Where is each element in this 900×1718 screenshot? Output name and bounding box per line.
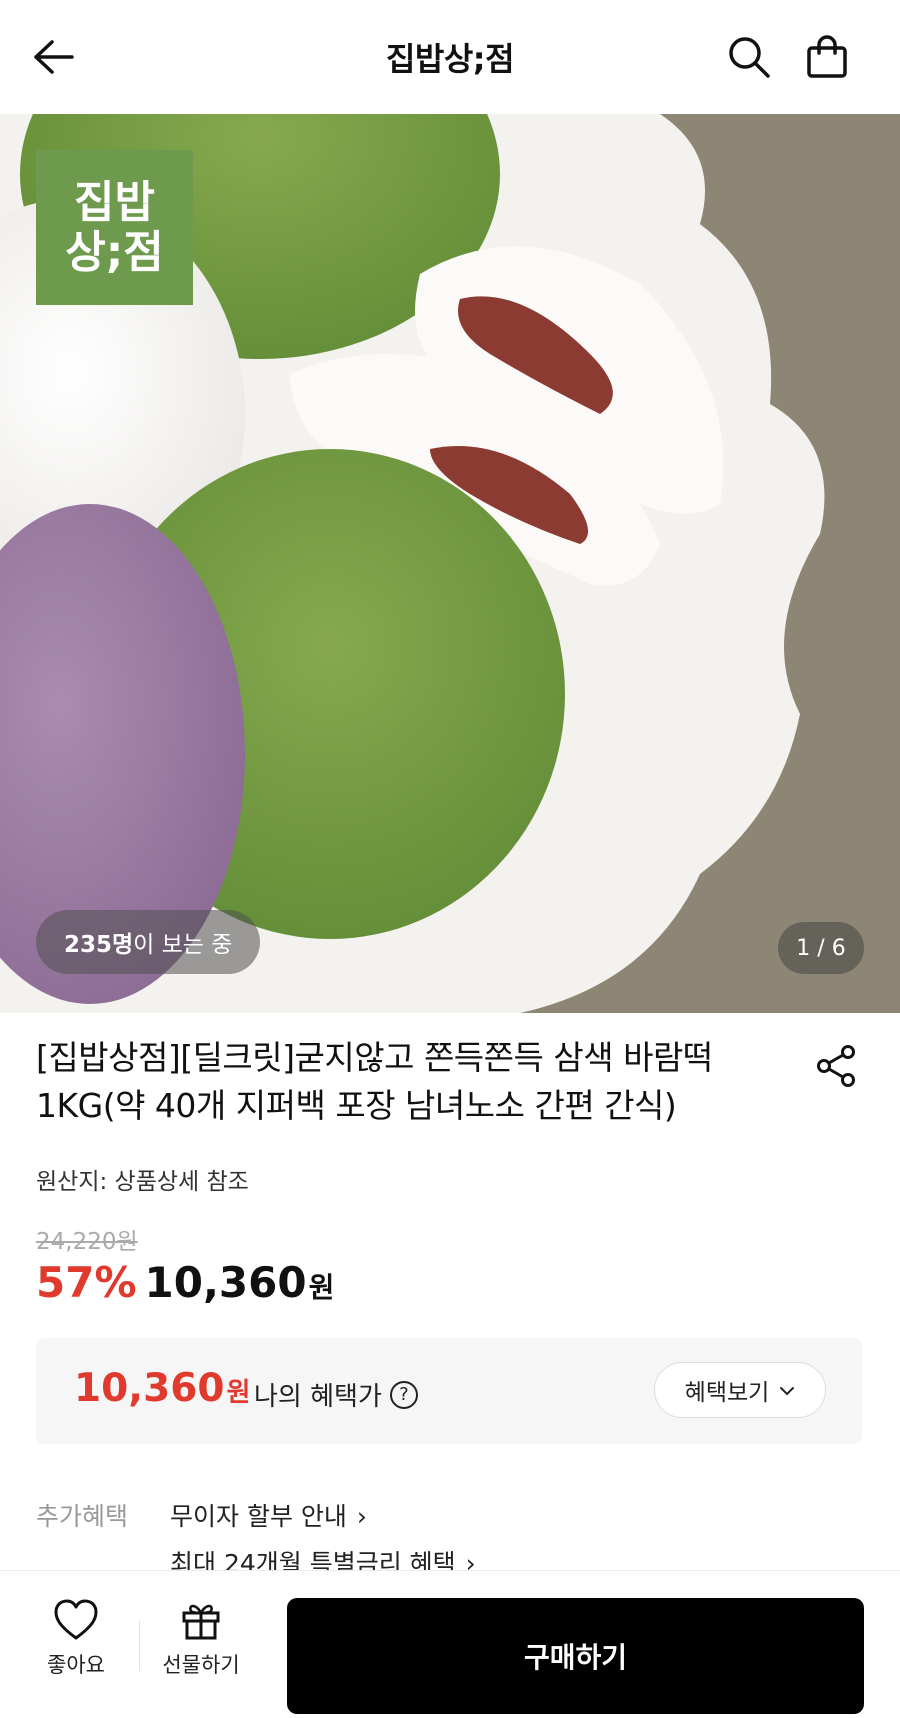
extra-benefits-label: 추가혜택: [36, 1502, 129, 1531]
brand-logo: 집밥 상;점: [36, 150, 193, 305]
chevron-down-icon: [779, 1381, 795, 1400]
installment-info-link[interactable]: 무이자 할부 안내 ›: [170, 1497, 367, 1533]
benefit-price: 10,360원: [74, 1366, 250, 1411]
help-icon[interactable]: ?: [389, 1380, 418, 1409]
product-image-carousel[interactable]: 집밥 상;점 235명 이 보는 중 1 / 6: [0, 114, 900, 1013]
gift-label: 선물하기: [162, 1653, 240, 1677]
header: 집밥상;점: [0, 0, 900, 114]
benefit-label: 나의 혜택가: [254, 1382, 382, 1412]
discount-rate: 57%: [36, 1258, 137, 1307]
origin-text: 원산지: 상품상세 참조: [36, 1169, 249, 1195]
like-button[interactable]: 좋아요: [31, 1599, 121, 1679]
product-title: [집밥상점][딜크릿]굳지않고 쫀득쫀득 삼색 바람떡 1KG(약 40개 지퍼…: [36, 1038, 713, 1125]
share-icon[interactable]: [812, 1042, 860, 1090]
sale-price-currency: 원: [308, 1271, 335, 1304]
search-icon[interactable]: [722, 30, 776, 84]
chevron-right-icon: ›: [356, 1502, 367, 1531]
benefit-price-currency: 원: [226, 1378, 251, 1408]
sale-price: 10,360: [144, 1258, 307, 1307]
logo-line-1: 집밥: [74, 177, 155, 229]
shopping-bag-icon[interactable]: [800, 30, 854, 84]
page-title: 집밥상;점: [385, 40, 515, 78]
bottom-action-bar: 좋아요 선물하기 구매하기: [0, 1570, 900, 1718]
back-arrow-icon[interactable]: [26, 30, 80, 84]
benefit-price-value: 10,360: [74, 1366, 225, 1411]
buy-button[interactable]: 구매하기: [287, 1598, 864, 1714]
gift-button[interactable]: 선물하기: [156, 1599, 246, 1679]
view-benefits-button[interactable]: 혜택보기: [654, 1362, 826, 1418]
viewers-count: 235명: [64, 932, 134, 958]
viewers-text: 이 보는 중: [133, 932, 233, 958]
sale-price-row: 57% 10,360 원: [36, 1258, 334, 1307]
viewers-badge: 235명 이 보는 중: [36, 910, 261, 974]
installment-info-label: 무이자 할부 안내: [170, 1502, 347, 1531]
gift-icon: [182, 1604, 220, 1640]
view-benefits-label: 혜택보기: [684, 1380, 770, 1406]
logo-line-2: 상;점: [65, 226, 164, 278]
like-label: 좋아요: [47, 1653, 105, 1677]
image-pager: 1 / 6: [778, 922, 864, 974]
original-price: 24,220원: [36, 1229, 138, 1255]
benefit-label-row: 나의 혜택가 ?: [254, 1376, 418, 1413]
heart-icon: [54, 1599, 98, 1640]
bottom-divider: [139, 1621, 140, 1671]
benefit-price-box: 10,360원 나의 혜택가 ? 혜택보기: [36, 1338, 862, 1444]
